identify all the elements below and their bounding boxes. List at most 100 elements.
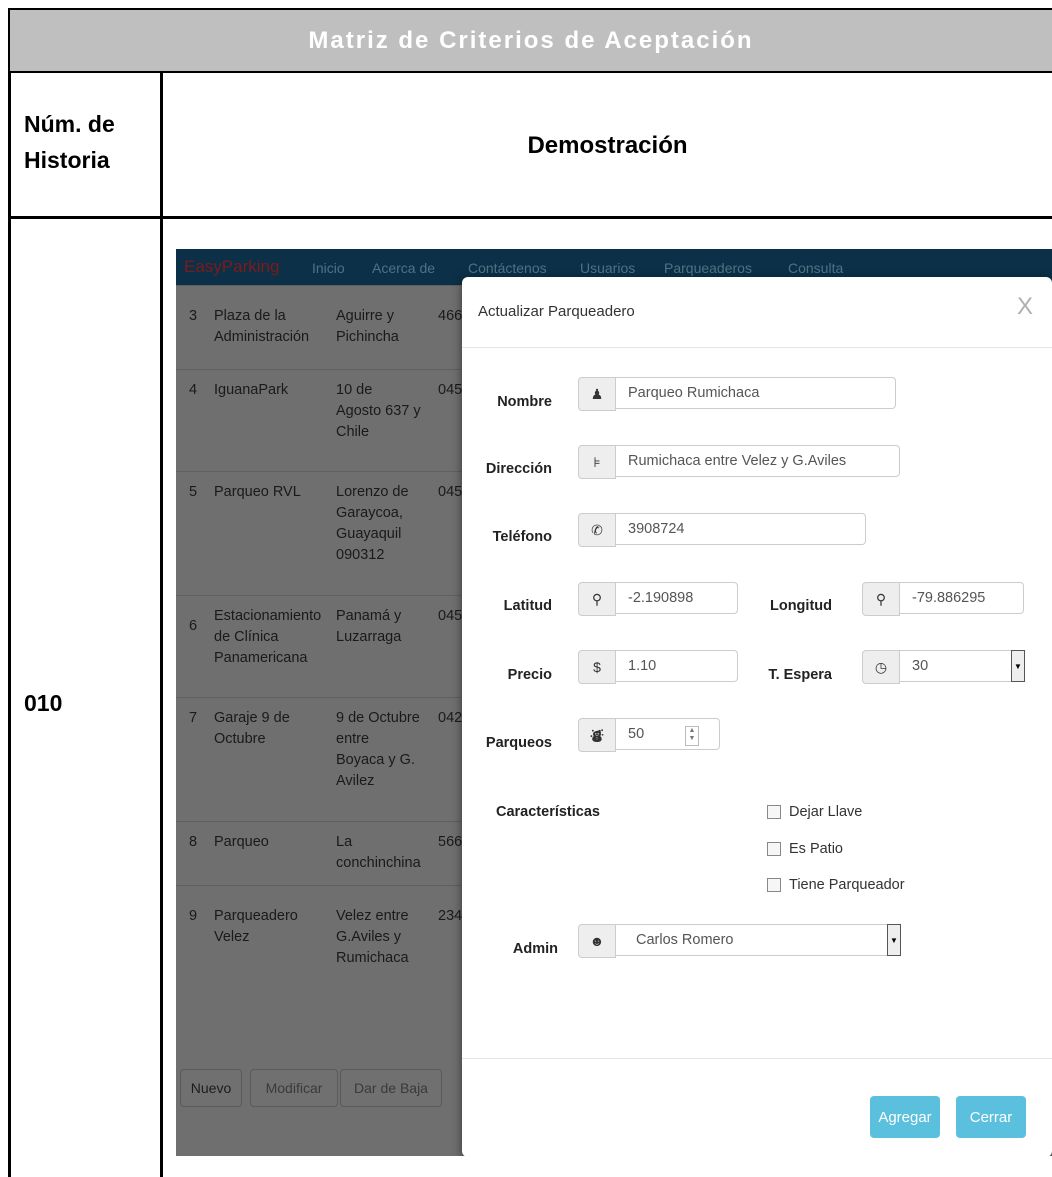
nav-inicio[interactable]: Inicio (312, 260, 345, 276)
car-icon: ⛇ (578, 718, 616, 752)
row-phone: 566 (438, 834, 463, 850)
row-address-line: Luzarraga (336, 629, 402, 645)
row-name: Plaza de la Administración (214, 306, 309, 348)
nombre-input-group: ♟ Parqueo Rumichaca (578, 377, 896, 411)
modal-header-divider (462, 347, 1052, 348)
row-address-line: Panamá y (336, 608, 402, 624)
row-name: Parqueo (214, 834, 269, 850)
admin-label: Admin (512, 941, 558, 957)
direccion-input-group: ⊧ Rumichaca entre Velez y G.Aviles (578, 445, 900, 479)
close-icon[interactable]: X (1017, 293, 1033, 321)
latitud-input[interactable]: -2.190898 (616, 582, 738, 614)
checkbox-dejar-llave[interactable]: Dejar Llave (767, 804, 862, 820)
historia-header-line2: Historia (24, 147, 110, 173)
agregar-button[interactable]: Agregar (870, 1096, 940, 1138)
historia-header-line1: Núm. de (24, 111, 115, 137)
parqueos-stepper[interactable]: 50 ▲ ▼ (616, 718, 720, 750)
spinner-arrows-icon[interactable]: ▲ ▼ (685, 726, 699, 746)
update-parking-modal: Actualizar Parqueadero X Nombre ♟ Parque… (462, 277, 1052, 1156)
table-border-mid (160, 70, 163, 1177)
row-name-line: Estacionamiento (214, 608, 322, 624)
row-name: Estacionamiento de Clínica Panamericana (214, 606, 321, 669)
app-screenshot: EasyParking Inicio Acerca de Contáctenos… (176, 249, 1052, 1156)
row-address-line: 10 de (336, 382, 373, 398)
row-address: Lorenzo de Garaycoa, Guayaquil 090312 (336, 482, 409, 566)
demostracion-column-header: Demostración (527, 132, 688, 159)
table-row: 5 Parqueo RVL Lorenzo de Garaycoa, Guayaqu… (176, 471, 466, 596)
row-address-line: Pichincha (336, 329, 399, 345)
row-address: Aguirre y Pichincha (336, 306, 399, 348)
nav-acerca[interactable]: Acerca de (372, 260, 435, 276)
row-name-line: de Clínica (214, 629, 279, 645)
precio-input[interactable]: 1.10 (616, 650, 738, 682)
row-address: 10 de Agosto 637 y Chile (336, 380, 421, 443)
row-phone: 234 (438, 908, 463, 924)
row-phone: 042 (438, 710, 463, 726)
caracteristicas-label: Características (496, 804, 600, 820)
row-id: 7 (189, 710, 198, 726)
row-address-line: entre (336, 731, 370, 747)
checkbox-icon[interactable] (767, 805, 781, 819)
longitud-input-group: ⚲ -79.886295 (862, 582, 1024, 616)
precio-label: Precio (507, 667, 552, 683)
row-address-line: Avilez (336, 773, 375, 789)
table-row: 3 Plaza de la Administración Aguirre y Pic… (176, 285, 466, 354)
matrix-title: Matriz de Criterios de Aceptación (10, 10, 1052, 71)
row-address-line: 9 de Octubre (336, 710, 420, 726)
direccion-input[interactable]: Rumichaca entre Velez y G.Aviles (616, 445, 900, 477)
telefono-input[interactable]: 3908724 (616, 513, 866, 545)
historia-column-header: Núm. de Historia (24, 106, 154, 178)
checkbox-tiene-parqueador[interactable]: Tiene Parqueador (767, 877, 905, 893)
road-icon: ⊧ (578, 445, 616, 479)
precio-input-group: $ 1.10 (578, 650, 738, 684)
row-name-line: Velez (214, 929, 250, 945)
modificar-button[interactable]: Modificar (250, 1069, 338, 1107)
admin-select[interactable]: Carlos Romero ▼ (616, 924, 901, 956)
longitud-input[interactable]: -79.886295 (900, 582, 1024, 614)
dar-de-baja-button[interactable]: Dar de Baja (340, 1069, 442, 1107)
row-id: 5 (189, 484, 198, 500)
telefono-input-group: ✆ 3908724 (578, 513, 866, 547)
nav-consulta[interactable]: Consulta (788, 260, 843, 276)
modal-footer-divider (462, 1058, 1052, 1059)
espera-select-group: ◷ 30 ▼ (862, 650, 1025, 684)
row-phone: 045 (438, 382, 463, 398)
row-address: 9 de Octubre entre Boyaca y G. Avilez (336, 708, 420, 792)
nav-parqueaderos[interactable]: Parqueaderos (664, 260, 752, 276)
row-name: Parqueo RVL (214, 484, 301, 500)
nombre-input[interactable]: Parqueo Rumichaca (616, 377, 896, 409)
chevron-down-icon[interactable]: ▼ (1011, 650, 1025, 682)
row-name: IguanaPark (214, 382, 289, 398)
row-address-line: Rumichaca (336, 950, 409, 966)
row-address-line: Guayaquil (336, 526, 402, 542)
nombre-label: Nombre (497, 394, 552, 410)
row-address-line: Boyaca y G. (336, 752, 415, 768)
direccion-label: Dirección (485, 461, 552, 477)
brand-logo[interactable]: EasyParking (184, 257, 279, 277)
chevron-down-icon[interactable]: ▼ (887, 924, 901, 956)
parqueos-input-group: ⛇ 50 ▲ ▼ (578, 718, 720, 752)
table-border-left (8, 8, 11, 1177)
nuevo-button[interactable]: Nuevo (180, 1069, 242, 1107)
telefono-label: Teléfono (492, 529, 552, 545)
nav-usuarios[interactable]: Usuarios (580, 260, 635, 276)
row-id: 6 (189, 618, 198, 634)
user-icon: ♟ (578, 377, 616, 411)
parqueos-label: Parqueos (485, 735, 552, 751)
espera-select[interactable]: 30 ▼ (900, 650, 1025, 682)
table-row: 6 Estacionamiento de Clínica Panamericana … (176, 595, 466, 698)
row-name-line: Administración (214, 329, 310, 345)
row-address-line: Lorenzo de (336, 484, 409, 500)
row-name-line: Garaje 9 de (214, 710, 290, 726)
checkbox-icon[interactable] (767, 878, 781, 892)
cerrar-button[interactable]: Cerrar (956, 1096, 1026, 1138)
table-row: 4 IguanaPark 10 de Agosto 637 y Chile 045 (176, 369, 466, 472)
checkbox-icon[interactable] (767, 842, 781, 856)
nav-contactenos[interactable]: Contáctenos (468, 260, 547, 276)
checkbox-es-patio[interactable]: Es Patio (767, 841, 843, 857)
acceptance-matrix-document: Matriz de Criterios de Aceptación Núm. d… (0, 0, 1052, 1177)
admin-value: Carlos Romero (636, 932, 734, 948)
checkbox-label: Dejar Llave (789, 804, 863, 820)
table-row: 9 Parqueadero Velez Velez entre G.Aviles y… (176, 885, 466, 988)
longitud-label: Longitud (769, 598, 832, 614)
